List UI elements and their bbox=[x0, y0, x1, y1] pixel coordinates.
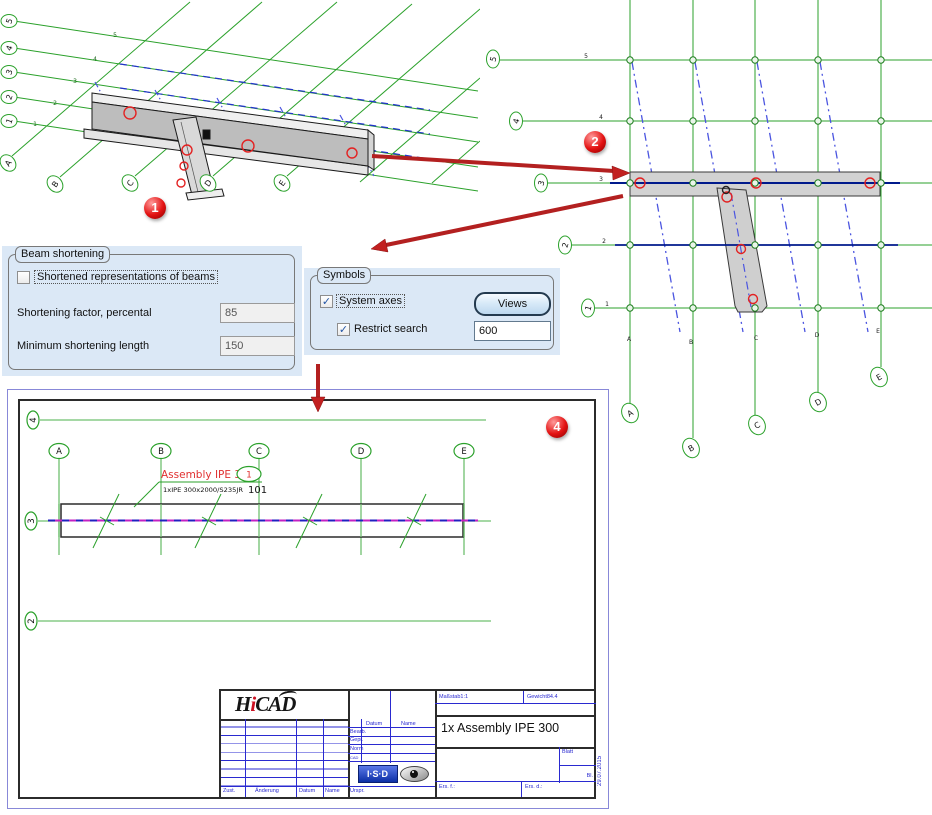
svg-text:3: 3 bbox=[73, 78, 77, 85]
name-label: Name bbox=[325, 788, 340, 794]
titleblock-line bbox=[523, 691, 524, 703]
svg-text:D: D bbox=[815, 332, 820, 339]
svg-text:1: 1 bbox=[33, 121, 37, 128]
system-axes-checkbox[interactable]: ✓ bbox=[320, 295, 333, 308]
scale-value: Maßstab1:1 bbox=[439, 694, 468, 700]
shortening-factor-label: Shortening factor, percental bbox=[17, 307, 152, 319]
system-axes-label: System axes bbox=[337, 295, 404, 307]
ers-d-label: Ers. d.: bbox=[525, 784, 542, 790]
restrict-search-input[interactable] bbox=[474, 321, 551, 341]
part-designation: 1xIPE 300x2000/S235JR bbox=[163, 486, 243, 494]
restrict-search-checkbox[interactable]: ✓ bbox=[337, 323, 350, 336]
norm-label: Norm bbox=[350, 746, 363, 752]
hicad-logo: HiCAD bbox=[235, 692, 295, 717]
svg-text:A: A bbox=[56, 447, 62, 457]
aenderung-label: Änderung bbox=[255, 788, 279, 794]
svg-text:2: 2 bbox=[53, 100, 57, 107]
titleblock-line bbox=[559, 765, 596, 766]
badge-4: 4 bbox=[546, 416, 568, 438]
isd-logo-text: I·S·D bbox=[358, 765, 398, 783]
gepr-label: Gepr. bbox=[350, 737, 363, 743]
titleblock-line bbox=[435, 703, 596, 704]
svg-text:2: 2 bbox=[602, 238, 606, 245]
beam-shortening-panel: Beam shortening Shortened representation… bbox=[2, 246, 302, 376]
isd-eye-icon bbox=[400, 766, 429, 782]
svg-text:5: 5 bbox=[584, 53, 588, 60]
urspr-label: Urspr. bbox=[350, 788, 365, 794]
svg-text:E: E bbox=[876, 328, 880, 335]
svg-text:2: 2 bbox=[27, 618, 37, 623]
datum-label: Datum bbox=[299, 788, 315, 794]
symbols-title: Symbols bbox=[317, 267, 371, 284]
titleblock-line bbox=[435, 781, 596, 782]
sheet-part-label: Assembly IPE 300 1 1xIPE 300x2000/S235JR… bbox=[134, 467, 267, 508]
svg-text:C: C bbox=[754, 335, 758, 342]
sheet-main-title: 1x Assembly IPE 300 bbox=[441, 721, 559, 735]
svg-text:B: B bbox=[158, 447, 164, 457]
revision-table-rows bbox=[221, 719, 348, 786]
svg-text:3: 3 bbox=[27, 518, 37, 523]
zust-label: Zust. bbox=[223, 788, 235, 794]
svg-text:D: D bbox=[358, 447, 365, 457]
titleblock-line bbox=[521, 781, 522, 797]
position-oval-number: 1 bbox=[246, 471, 252, 481]
svg-text:1: 1 bbox=[605, 301, 609, 308]
position-number: 101 bbox=[248, 485, 267, 496]
drawing-sheet: Assembly IPE 300 1 1xIPE 300x2000/S235JR… bbox=[7, 389, 609, 809]
sheet-date-vertical: 29.07.2015 bbox=[597, 742, 609, 800]
svg-text:4: 4 bbox=[599, 114, 603, 121]
minimum-shortening-input[interactable] bbox=[220, 336, 295, 356]
isd-logo: I·S·D bbox=[352, 763, 434, 784]
bearb-label: Bearb. bbox=[350, 729, 366, 735]
titleblock-line bbox=[348, 753, 435, 754]
symbols-groupbox: Symbols ✓ System axes Views ✓ Restrict s… bbox=[310, 275, 554, 350]
shortened-representations-checkbox[interactable] bbox=[17, 271, 30, 284]
cad-label: CAD bbox=[350, 755, 358, 760]
ers-f-label: Ers. f.: bbox=[439, 784, 455, 790]
view2-vertical-axis-lines bbox=[630, 0, 881, 438]
svg-text:3: 3 bbox=[599, 176, 603, 183]
badge-1: 1 bbox=[144, 197, 166, 219]
bl-label: Bl. bbox=[559, 773, 593, 779]
page: 5 4 3 2 1 A B C D E 5 4 3 2 1 bbox=[0, 0, 932, 815]
beam-shortening-groupbox: Beam shortening Shortened representation… bbox=[8, 254, 295, 370]
col-name-header: Name bbox=[401, 721, 416, 727]
title-block: HiCAD Zust. Änderung Datum Name Datum Na… bbox=[219, 689, 596, 799]
minimum-shortening-label: Minimum shortening length bbox=[17, 340, 149, 352]
symbols-panel: Symbols ✓ System axes Views ✓ Restrict s… bbox=[304, 268, 560, 355]
titleblock-line bbox=[348, 761, 435, 762]
svg-text:4: 4 bbox=[93, 56, 97, 63]
svg-text:B: B bbox=[689, 339, 693, 346]
col-datum-header: Datum bbox=[366, 721, 382, 727]
svg-text:4: 4 bbox=[29, 417, 39, 422]
shortening-factor-input[interactable] bbox=[220, 303, 295, 323]
titleblock-divider bbox=[435, 715, 596, 717]
titleblock-line bbox=[348, 786, 435, 787]
svg-text:A: A bbox=[627, 336, 632, 343]
weight-value: Gewicht84.4 bbox=[527, 694, 558, 700]
svg-text:E: E bbox=[461, 447, 466, 457]
restrict-search-label: Restrict search bbox=[354, 323, 427, 335]
view1-isometric-view: 5 4 3 2 1 A B C D E 5 4 3 2 1 bbox=[0, 0, 480, 235]
views-button[interactable]: Views bbox=[474, 292, 551, 316]
titleblock-line bbox=[221, 786, 348, 787]
blatt-label: Blatt bbox=[562, 749, 573, 755]
svg-text:C: C bbox=[256, 447, 262, 457]
badge-2: 2 bbox=[584, 131, 606, 153]
svg-text:5: 5 bbox=[113, 32, 117, 39]
view1-number-axis-lines bbox=[14, 21, 478, 191]
beam-shortening-title: Beam shortening bbox=[15, 246, 110, 263]
shortened-representations-label: Shortened representations of beams bbox=[35, 271, 217, 283]
